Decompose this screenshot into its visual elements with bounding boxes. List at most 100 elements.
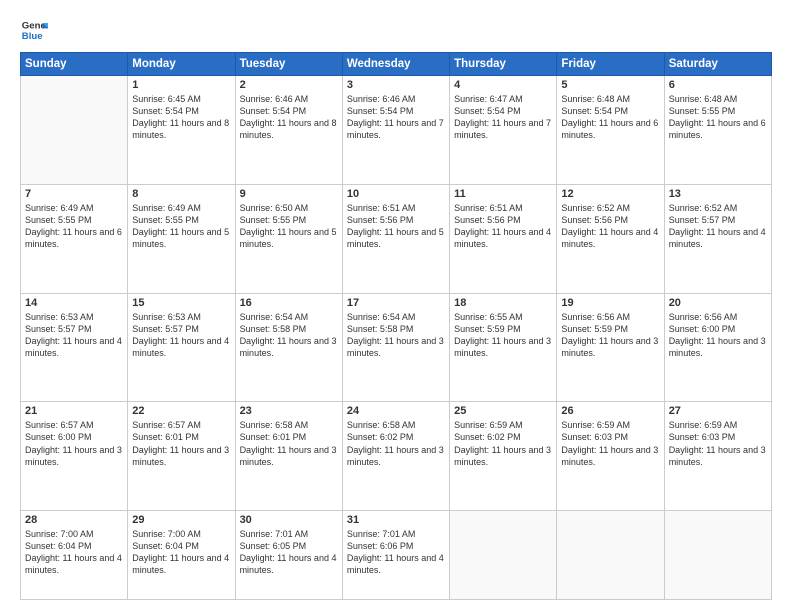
calendar-cell: 6Sunrise: 6:48 AMSunset: 5:55 PMDaylight… [664, 76, 771, 185]
calendar-cell: 26 Sunrise: 6:59 AMSunset: 6:03 PMDayligh… [557, 402, 664, 511]
calendar-cell: 31 Sunrise: 7:01 AMSunset: 6:06 PMDayligh… [342, 511, 449, 600]
day-info: Sunrise: 7:00 AMSunset: 6:04 PMDaylight:… [25, 528, 123, 577]
day-info: Sunrise: 6:49 AMSunset: 5:55 PMDaylight:… [132, 202, 230, 251]
weekday-header-wednesday: Wednesday [342, 53, 449, 76]
day-number: 14 [25, 297, 123, 309]
calendar-cell: 28Sunrise: 7:00 AMSunset: 6:04 PMDayligh… [21, 511, 128, 600]
day-number: 13 [669, 188, 767, 200]
weekday-header-thursday: Thursday [450, 53, 557, 76]
week-row-3: 14 Sunrise: 6:53 AMSunset: 5:57 PMDayligh… [21, 293, 772, 402]
day-info: Sunrise: 6:51 AMSunset: 5:56 PMDaylight:… [454, 202, 552, 251]
calendar-cell: 14 Sunrise: 6:53 AMSunset: 5:57 PMDayligh… [21, 293, 128, 402]
day-number: 25 [454, 405, 552, 417]
day-info: Sunrise: 6:54 AMSunset: 5:58 PMDaylight:… [240, 311, 338, 360]
day-number: 4 [454, 79, 552, 91]
day-number: 30 [240, 514, 338, 526]
logo-icon: General Blue [20, 16, 48, 44]
calendar-cell: 30 Sunrise: 7:01 AMSunset: 6:05 PMDayligh… [235, 511, 342, 600]
day-number: 23 [240, 405, 338, 417]
day-number: 20 [669, 297, 767, 309]
day-number: 11 [454, 188, 552, 200]
day-number: 8 [132, 188, 230, 200]
day-number: 3 [347, 79, 445, 91]
day-number: 1 [132, 79, 230, 91]
day-info: Sunrise: 6:50 AMSunset: 5:55 PMDaylight:… [240, 202, 338, 251]
week-row-4: 21 Sunrise: 6:57 AMSunset: 6:00 PMDayligh… [21, 402, 772, 511]
calendar-cell: 2 Sunrise: 6:46 AMSunset: 5:54 PMDaylight… [235, 76, 342, 185]
calendar-cell: 4 Sunrise: 6:47 AMSunset: 5:54 PMDaylight… [450, 76, 557, 185]
logo: General Blue [20, 16, 48, 44]
day-number: 27 [669, 405, 767, 417]
day-info: Sunrise: 6:58 AMSunset: 6:02 PMDaylight:… [347, 419, 445, 468]
calendar-cell: 8 Sunrise: 6:49 AMSunset: 5:55 PMDaylight… [128, 184, 235, 293]
day-info: Sunrise: 6:45 AMSunset: 5:54 PMDaylight:… [132, 93, 230, 142]
day-number: 2 [240, 79, 338, 91]
week-row-2: 7 Sunrise: 6:49 AMSunset: 5:55 PMDaylight… [21, 184, 772, 293]
day-info: Sunrise: 6:55 AMSunset: 5:59 PMDaylight:… [454, 311, 552, 360]
weekday-header-friday: Friday [557, 53, 664, 76]
calendar-cell: 7 Sunrise: 6:49 AMSunset: 5:55 PMDaylight… [21, 184, 128, 293]
day-number: 9 [240, 188, 338, 200]
day-info: Sunrise: 6:59 AMSunset: 6:03 PMDaylight:… [561, 419, 659, 468]
calendar-cell: 22Sunrise: 6:57 AMSunset: 6:01 PMDayligh… [128, 402, 235, 511]
calendar-cell: 15Sunrise: 6:53 AMSunset: 5:57 PMDayligh… [128, 293, 235, 402]
calendar-cell: 13 Sunrise: 6:52 AMSunset: 5:57 PMDayligh… [664, 184, 771, 293]
calendar-cell: 1 Sunrise: 6:45 AMSunset: 5:54 PMDaylight… [128, 76, 235, 185]
calendar-cell: 19Sunrise: 6:56 AMSunset: 5:59 PMDayligh… [557, 293, 664, 402]
calendar-cell: 27 Sunrise: 6:59 AMSunset: 6:03 PMDayligh… [664, 402, 771, 511]
day-info: Sunrise: 6:53 AMSunset: 5:57 PMDaylight:… [25, 311, 123, 360]
day-info: Sunrise: 7:00 AMSunset: 6:04 PMDaylight:… [132, 528, 230, 577]
page: General Blue SundayMondayTuesdayWednesda… [0, 0, 792, 612]
svg-text:Blue: Blue [22, 31, 43, 42]
day-info: Sunrise: 6:52 AMSunset: 5:56 PMDaylight:… [561, 202, 659, 251]
day-info: Sunrise: 6:51 AMSunset: 5:56 PMDaylight:… [347, 202, 445, 251]
day-info: Sunrise: 6:53 AMSunset: 5:57 PMDaylight:… [132, 311, 230, 360]
day-info: Sunrise: 6:59 AMSunset: 6:02 PMDaylight:… [454, 419, 552, 468]
day-number: 26 [561, 405, 659, 417]
week-row-1: 1 Sunrise: 6:45 AMSunset: 5:54 PMDaylight… [21, 76, 772, 185]
day-info: Sunrise: 6:48 AMSunset: 5:55 PMDaylight:… [669, 93, 767, 142]
day-info: Sunrise: 6:59 AMSunset: 6:03 PMDaylight:… [669, 419, 767, 468]
calendar-cell: 12Sunrise: 6:52 AMSunset: 5:56 PMDayligh… [557, 184, 664, 293]
day-info: Sunrise: 6:57 AMSunset: 6:01 PMDaylight:… [132, 419, 230, 468]
weekday-header-saturday: Saturday [664, 53, 771, 76]
day-number: 7 [25, 188, 123, 200]
calendar-cell: 21 Sunrise: 6:57 AMSunset: 6:00 PMDayligh… [21, 402, 128, 511]
calendar-cell [557, 511, 664, 600]
calendar-cell: 29 Sunrise: 7:00 AMSunset: 6:04 PMDayligh… [128, 511, 235, 600]
day-info: Sunrise: 6:46 AMSunset: 5:54 PMDaylight:… [240, 93, 338, 142]
day-info: Sunrise: 7:01 AMSunset: 6:05 PMDaylight:… [240, 528, 338, 577]
day-number: 29 [132, 514, 230, 526]
calendar-table: SundayMondayTuesdayWednesdayThursdayFrid… [20, 52, 772, 600]
calendar-cell: 9 Sunrise: 6:50 AMSunset: 5:55 PMDaylight… [235, 184, 342, 293]
day-number: 21 [25, 405, 123, 417]
day-info: Sunrise: 6:52 AMSunset: 5:57 PMDaylight:… [669, 202, 767, 251]
week-row-5: 28Sunrise: 7:00 AMSunset: 6:04 PMDayligh… [21, 511, 772, 600]
calendar-cell: 23 Sunrise: 6:58 AMSunset: 6:01 PMDayligh… [235, 402, 342, 511]
day-info: Sunrise: 7:01 AMSunset: 6:06 PMDaylight:… [347, 528, 445, 577]
day-info: Sunrise: 6:54 AMSunset: 5:58 PMDaylight:… [347, 311, 445, 360]
day-info: Sunrise: 6:49 AMSunset: 5:55 PMDaylight:… [25, 202, 123, 251]
day-info: Sunrise: 6:48 AMSunset: 5:54 PMDaylight:… [561, 93, 659, 142]
day-number: 18 [454, 297, 552, 309]
header: General Blue [20, 16, 772, 44]
day-info: Sunrise: 6:58 AMSunset: 6:01 PMDaylight:… [240, 419, 338, 468]
day-info: Sunrise: 6:47 AMSunset: 5:54 PMDaylight:… [454, 93, 552, 142]
calendar-cell [21, 76, 128, 185]
weekday-header-row: SundayMondayTuesdayWednesdayThursdayFrid… [21, 53, 772, 76]
calendar-cell [664, 511, 771, 600]
day-number: 10 [347, 188, 445, 200]
day-info: Sunrise: 6:57 AMSunset: 6:00 PMDaylight:… [25, 419, 123, 468]
calendar-cell: 3 Sunrise: 6:46 AMSunset: 5:54 PMDaylight… [342, 76, 449, 185]
calendar-cell: 25 Sunrise: 6:59 AMSunset: 6:02 PMDayligh… [450, 402, 557, 511]
calendar-cell: 11 Sunrise: 6:51 AMSunset: 5:56 PMDayligh… [450, 184, 557, 293]
calendar-cell: 10 Sunrise: 6:51 AMSunset: 5:56 PMDayligh… [342, 184, 449, 293]
calendar-cell: 20 Sunrise: 6:56 AMSunset: 6:00 PMDayligh… [664, 293, 771, 402]
calendar-cell: 18 Sunrise: 6:55 AMSunset: 5:59 PMDayligh… [450, 293, 557, 402]
day-number: 24 [347, 405, 445, 417]
day-number: 31 [347, 514, 445, 526]
day-info: Sunrise: 6:56 AMSunset: 5:59 PMDaylight:… [561, 311, 659, 360]
calendar-cell: 17Sunrise: 6:54 AMSunset: 5:58 PMDayligh… [342, 293, 449, 402]
day-info: Sunrise: 6:56 AMSunset: 6:00 PMDaylight:… [669, 311, 767, 360]
day-info: Sunrise: 6:46 AMSunset: 5:54 PMDaylight:… [347, 93, 445, 142]
